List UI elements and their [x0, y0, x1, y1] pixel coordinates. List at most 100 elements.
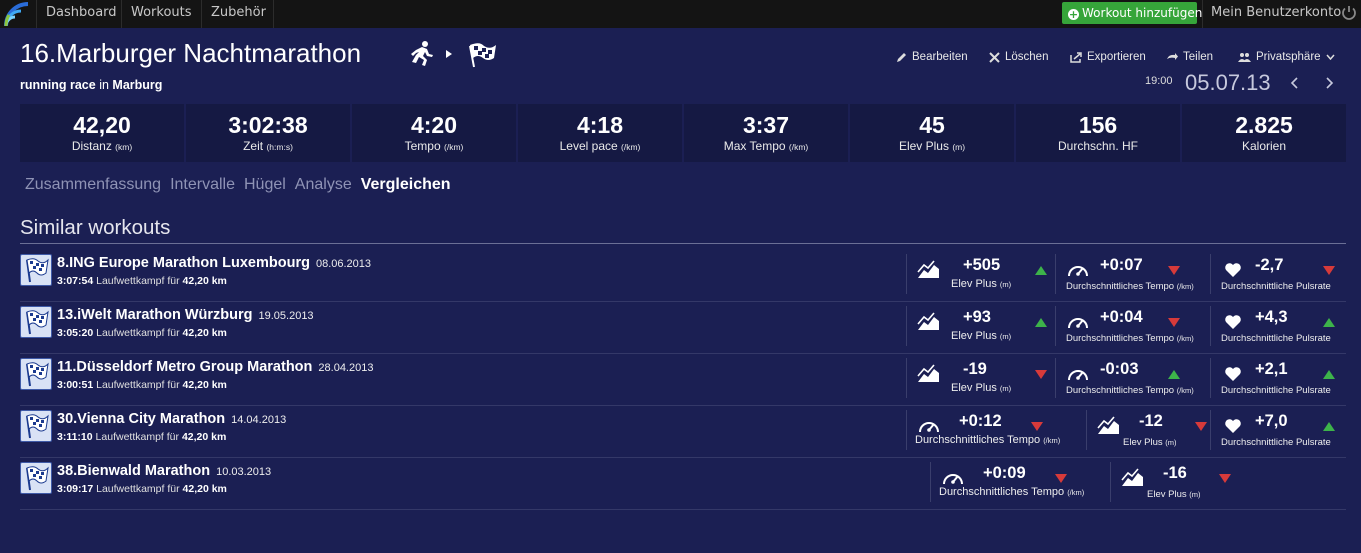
comparison-metric: -0:03 Durchschnittliches Tempo (/km): [1055, 358, 1211, 398]
metric-unit: (/km): [1176, 386, 1194, 395]
comparison-metric: -2,7 Durchschnittliche Pulsrate: [1210, 254, 1346, 294]
stat-label: Distanz (km): [71, 139, 133, 153]
trend-up-icon: [1035, 266, 1047, 275]
export-label: Exportieren: [1087, 51, 1146, 63]
trend-down-icon: [1323, 266, 1335, 275]
workout-row[interactable]: 8.ING Europe Marathon Luxembourg 08.06.20…: [20, 252, 1346, 302]
metric-value: +2,1: [1255, 360, 1288, 378]
workout-name-link[interactable]: 11.Düsseldorf Metro Group Marathon 28.04.…: [57, 359, 373, 375]
workout-date: 08.06.2013: [315, 258, 372, 270]
workout-distance: 42,20 km: [182, 327, 227, 339]
tab-analysis[interactable]: Analyse: [295, 176, 352, 194]
metric-label: Durchschnittliches Tempo (/km): [1066, 385, 1194, 396]
finish-flag-icon: [469, 43, 496, 68]
trend-down-icon: [1195, 422, 1207, 431]
metric-label: Elev Plus (m): [1123, 437, 1177, 448]
in-word: in: [99, 78, 109, 92]
heart-icon: [1221, 416, 1245, 436]
tab-intervals[interactable]: Intervalle: [170, 176, 235, 194]
heart-icon: [1221, 312, 1245, 332]
tab-hills[interactable]: Hügel: [244, 176, 286, 194]
pencil-icon: [897, 52, 906, 62]
sport-type: running race: [20, 78, 96, 92]
nav-dashboard[interactable]: Dashboard: [36, 0, 126, 28]
metric-value: +0:12: [959, 412, 1002, 430]
metric-unit: (/km): [1067, 488, 1085, 497]
nav-zubehoer[interactable]: Zubehör: [201, 0, 275, 28]
elevation-icon: [917, 364, 941, 384]
workout-row[interactable]: 13.iWelt Marathon Würzburg 19.05.2013 3:05…: [20, 304, 1346, 354]
stats-bar: 42,20 Distanz (km) 3:02:38 Zeit (h:m:s) 4:…: [20, 104, 1346, 162]
comparison-metric: -12 Elev Plus (m): [1086, 410, 1210, 450]
stat-label: Durchschn. HF: [1057, 139, 1139, 153]
trend-up-icon: [1168, 370, 1180, 379]
heart-icon: [1221, 260, 1245, 280]
stat-pace: 4:20 Tempo (/km): [352, 104, 516, 162]
heart-icon: [1221, 364, 1245, 384]
workout-row[interactable]: 11.Düsseldorf Metro Group Marathon 28.04.…: [20, 356, 1346, 406]
comparison-metric: -16 Elev Plus (m): [1110, 462, 1234, 502]
workout-type: Laufwettkampf für: [96, 327, 180, 339]
workout-title: 16.Marburger Nachtmarathon: [20, 38, 362, 68]
tab-summary[interactable]: Zusammenfassung: [25, 176, 161, 194]
comparison-metric: +2,1 Durchschnittliche Pulsrate: [1210, 358, 1346, 398]
metric-value: +93: [963, 308, 991, 326]
export-action[interactable]: Exportieren: [1070, 49, 1146, 65]
stat-avg-hr: 156 Durchschn. HF: [1016, 104, 1180, 162]
power-icon[interactable]: [1340, 4, 1358, 22]
metric-label: Durchschnittliches Tempo (/km): [1066, 281, 1194, 292]
workout-name: 30.Vienna City Marathon: [57, 411, 226, 427]
edit-label: Bearbeiten: [912, 51, 968, 63]
stat-distance: 42,20 Distanz (km): [20, 104, 184, 162]
trend-down-icon: [1168, 266, 1180, 275]
workout-duration: 3:00:51: [57, 379, 94, 391]
account-menu[interactable]: Mein Benutzerkonto: [1202, 0, 1349, 28]
metric-value: -0:03: [1100, 360, 1139, 378]
speedometer-icon: [1066, 312, 1090, 332]
workout-details: 3:00:51 Laufwettkampf für 42,20 km: [57, 379, 227, 391]
metric-value: +4,3: [1255, 308, 1288, 326]
workout-name-link[interactable]: 38.Bienwald Marathon 10.03.2013: [57, 463, 271, 479]
metric-value: -19: [963, 360, 987, 378]
metric-value: +0:09: [983, 464, 1026, 482]
workout-name-link[interactable]: 8.ING Europe Marathon Luxembourg 08.06.20…: [57, 255, 371, 271]
title-icons: [411, 41, 496, 68]
workout-row[interactable]: 38.Bienwald Marathon 10.03.2013 3:09:17 La…: [20, 460, 1346, 510]
workout-name-link[interactable]: 30.Vienna City Marathon 14.04.2013: [57, 411, 286, 427]
metric-unit: (/km): [1043, 436, 1061, 445]
workout-details: 3:09:17 Laufwettkampf für 42,20 km: [57, 483, 227, 495]
logo-icon[interactable]: [4, 2, 32, 28]
comparison-metric: +4,3 Durchschnittliche Pulsrate: [1210, 306, 1346, 346]
users-icon: [1238, 52, 1251, 62]
tab-compare[interactable]: Vergleichen: [361, 176, 451, 194]
metric-label: Durchschnittliches Tempo (/km): [939, 486, 1085, 498]
stat-value: 45: [919, 112, 945, 138]
export-icon: [1070, 51, 1082, 63]
next-arrow-icon[interactable]: [1323, 76, 1335, 90]
elevation-icon: [917, 312, 941, 332]
stat-label: Kalorien: [1241, 139, 1287, 153]
share-action[interactable]: Teilen: [1166, 49, 1213, 65]
workout-distance: 42,20 km: [181, 431, 227, 443]
edit-action[interactable]: Bearbeiten: [896, 49, 968, 65]
nav-workouts[interactable]: Workouts: [121, 0, 201, 28]
workout-row[interactable]: 30.Vienna City Marathon 14.04.2013 3:11:10…: [20, 408, 1346, 458]
speedometer-icon: [941, 468, 965, 488]
comparison-metric: +0:04 Durchschnittliches Tempo (/km): [1055, 306, 1211, 346]
privacy-action[interactable]: Privatsphäre: [1238, 49, 1335, 65]
workout-name-link[interactable]: 13.iWelt Marathon Würzburg 19.05.2013: [57, 307, 314, 323]
workout-time: 19:00: [1145, 75, 1173, 87]
stat-label: Tempo (/km): [404, 139, 464, 153]
metric-label: Elev Plus (m): [951, 278, 1012, 290]
comparison-metric: +93 Elev Plus (m): [906, 306, 1058, 346]
stat-value: 156: [1078, 112, 1118, 138]
metric-unit: (m): [1189, 490, 1201, 499]
stat-time: 3:02:38 Zeit (h:m:s): [186, 104, 350, 162]
elevation-icon: [1097, 416, 1121, 436]
trend-down-icon: [1168, 318, 1180, 327]
workout-date: 14.04.2013: [231, 414, 287, 426]
previous-arrow-icon[interactable]: [1289, 76, 1301, 90]
delete-action[interactable]: Löschen: [989, 49, 1048, 65]
add-workout-button[interactable]: + Workout hinzufügen: [1062, 2, 1202, 24]
share-icon: [1167, 52, 1178, 60]
